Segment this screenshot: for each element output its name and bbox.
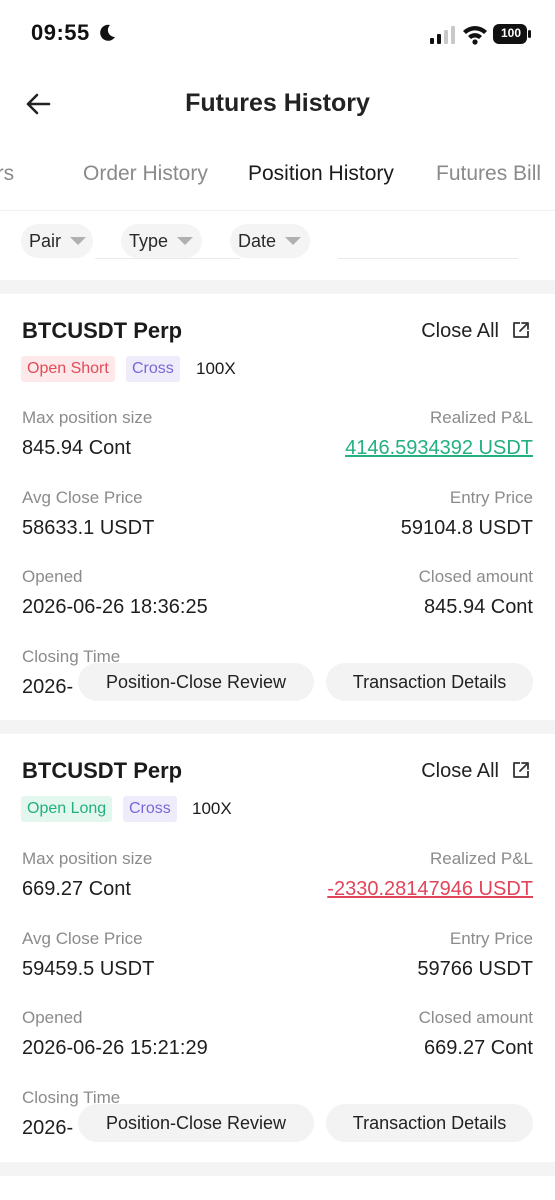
realized-pnl-label: Realized P&L (429, 849, 533, 868)
side-badge: Open Long (21, 796, 113, 822)
opened-value: 2026-06-26 15:21:29 (22, 1037, 208, 1059)
position-close-review-button[interactable]: Position-Close Review (78, 663, 314, 701)
closed-amount-value: 669.27 Cont (424, 1037, 533, 1059)
close-all-button[interactable]: Close All (421, 320, 499, 343)
margin-mode-badge: Cross (126, 356, 180, 382)
date-filter-label: Date (238, 230, 277, 251)
type-filter-label: Type (129, 230, 169, 251)
closed-amount-label: Closed amount (418, 1008, 533, 1027)
margin-mode-badge: Cross (123, 796, 177, 822)
avg-close-price-value: 59459.5 USDT (22, 958, 155, 980)
tab-divider (0, 210, 555, 211)
closed-amount-label: Closed amount (418, 567, 533, 586)
type-filter[interactable]: Type (121, 224, 202, 258)
caret-down-icon (177, 237, 194, 245)
position-pair: BTCUSDT Perp (22, 758, 183, 783)
date-filter[interactable]: Date (230, 224, 310, 258)
realized-pnl-label: Realized P&L (429, 408, 533, 427)
position-card: BTCUSDT Perp Close All Open Long Cross 1… (0, 734, 555, 1160)
side-badge: Open Short (21, 356, 115, 382)
status-time: 09:55 (31, 20, 90, 45)
closed-amount-value: 845.94 Cont (424, 596, 533, 618)
avg-close-price-label: Avg Close Price (22, 488, 143, 507)
max-position-size-label: Max position size (22, 408, 153, 427)
leverage-label: 100X (192, 799, 232, 818)
caret-down-icon (70, 237, 87, 245)
cellular-signal-icon (430, 26, 455, 44)
filter-divider (338, 258, 518, 259)
page-title: Futures History (185, 89, 370, 117)
pair-filter[interactable]: Pair (21, 224, 93, 258)
position-card: BTCUSDT Perp Close All Open Short Cross … (0, 294, 555, 720)
avg-close-price-value: 58633.1 USDT (22, 517, 155, 539)
transaction-details-button[interactable]: Transaction Details (326, 1104, 533, 1142)
tab-order-history[interactable]: Order History (83, 162, 208, 186)
tab-orders[interactable]: Orders (0, 162, 14, 186)
pair-filter-label: Pair (29, 230, 62, 251)
close-all-button[interactable]: Close All (421, 760, 499, 783)
tab-position-history[interactable]: Position History (248, 162, 394, 186)
max-position-size-value: 845.94 Cont (22, 437, 131, 459)
leverage-label: 100X (196, 359, 236, 378)
filter-bar: Pair Type Date (0, 218, 555, 268)
entry-price-value: 59104.8 USDT (400, 517, 533, 539)
max-position-size-value: 669.27 Cont (22, 878, 131, 900)
position-close-review-button[interactable]: Position-Close Review (78, 1104, 314, 1142)
section-gap (0, 720, 555, 734)
avg-close-price-label: Avg Close Price (22, 929, 143, 948)
caret-down-icon (285, 237, 302, 245)
status-bar: 09:55 100 (0, 0, 555, 70)
transaction-details-button[interactable]: Transaction Details (326, 663, 533, 701)
wifi-icon (463, 26, 487, 45)
share-icon[interactable] (511, 760, 531, 780)
section-gap (0, 1162, 555, 1176)
section-gap (0, 280, 555, 294)
opened-value: 2026-06-26 18:36:25 (22, 596, 208, 618)
moon-icon (100, 24, 115, 41)
tab-futures-bill[interactable]: Futures Bill (436, 162, 541, 186)
filter-divider (95, 258, 240, 259)
entry-price-label: Entry Price (449, 488, 533, 507)
position-pair: BTCUSDT Perp (22, 318, 183, 343)
realized-pnl-value[interactable]: -2330.28147946 USDT (327, 878, 533, 901)
tab-bar: Orders Order History Position History Fu… (0, 150, 555, 200)
entry-price-label: Entry Price (449, 929, 533, 948)
header: Futures History (0, 75, 555, 135)
opened-label: Opened (22, 567, 83, 586)
realized-pnl-value[interactable]: 4146.5934392 USDT (345, 437, 533, 460)
opened-label: Opened (22, 1008, 83, 1027)
share-icon[interactable] (511, 320, 531, 340)
max-position-size-label: Max position size (22, 849, 153, 868)
battery-level: 100 (500, 26, 522, 40)
entry-price-value: 59766 USDT (417, 958, 533, 980)
